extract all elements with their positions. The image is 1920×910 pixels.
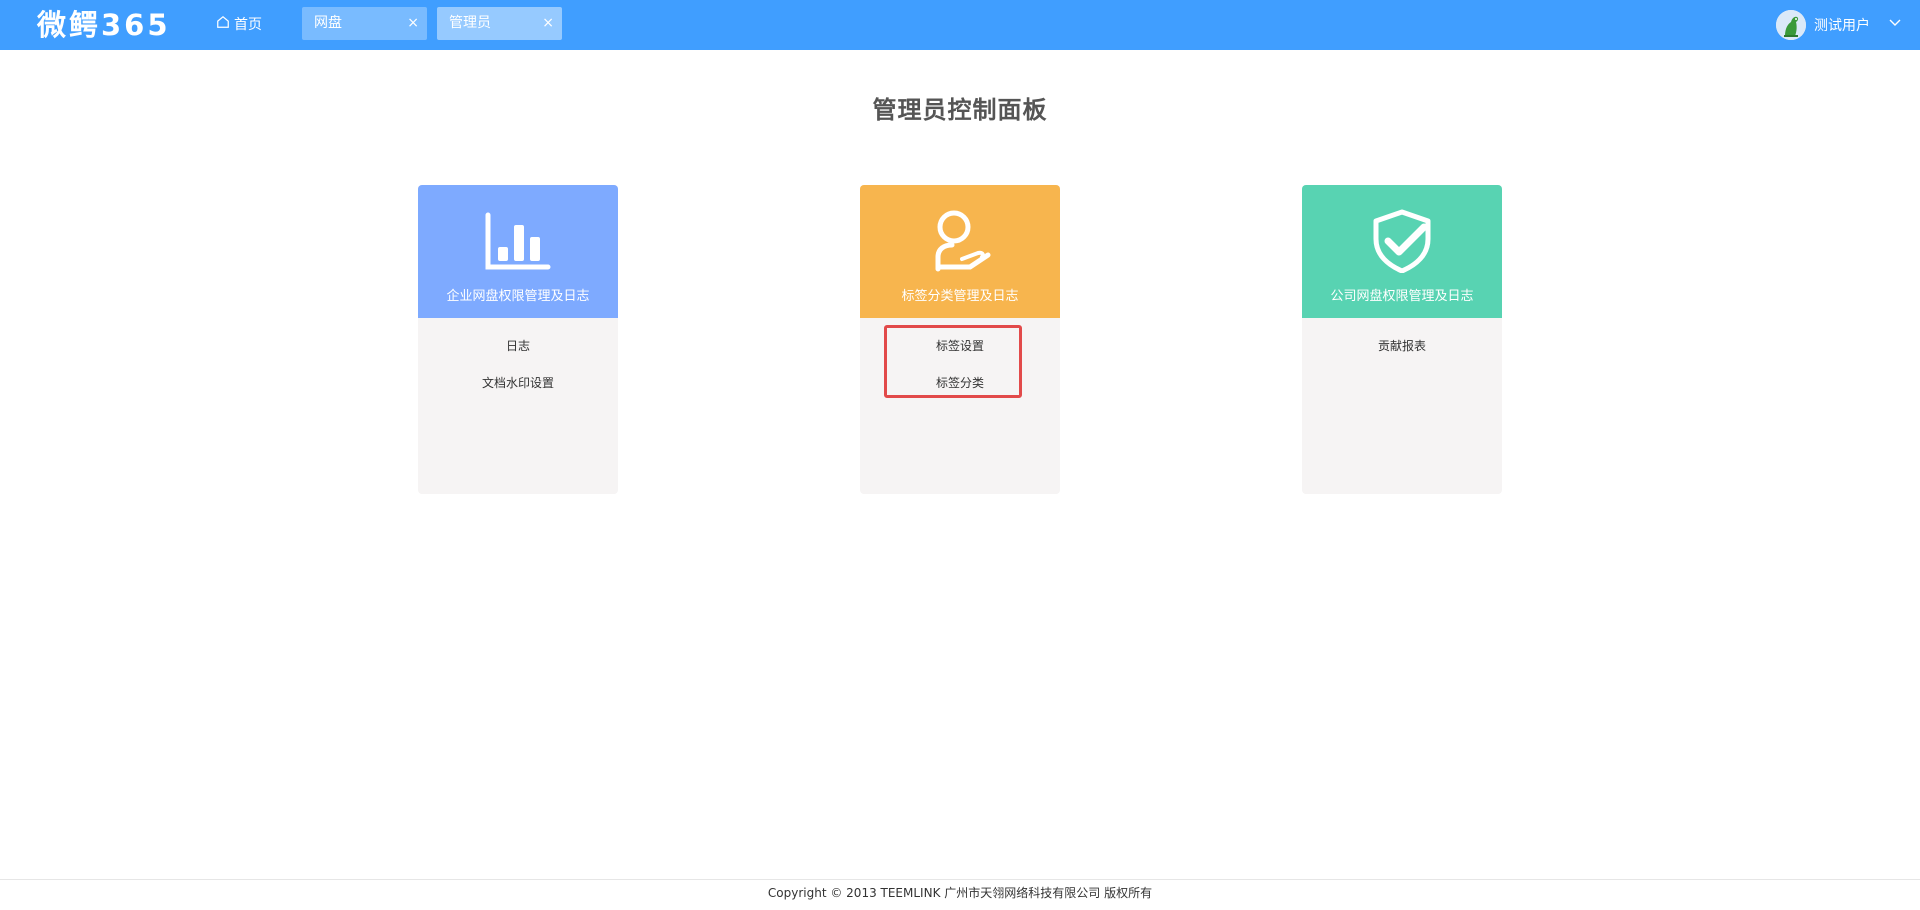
avatar <box>1776 10 1806 40</box>
card-item-tag-category[interactable]: 标签分类 <box>860 365 1060 402</box>
card-title: 标签分类管理及日志 <box>901 289 1019 304</box>
card-title: 公司网盘权限管理及日志 <box>1330 289 1474 304</box>
home-icon <box>216 13 230 37</box>
app-logo[interactable]: 微鳄365 <box>37 6 171 44</box>
footer-divider <box>0 879 1920 880</box>
card-item-tag-settings[interactable]: 标签设置 <box>860 328 1060 365</box>
home-label: 首页 <box>234 17 262 33</box>
tab-label: 网盘 <box>314 15 342 31</box>
shield-check-icon <box>1302 209 1502 273</box>
bar-chart-icon <box>418 209 618 273</box>
card-header: 企业网盘权限管理及日志 <box>418 185 618 318</box>
card-item-list: 标签设置 标签分类 <box>860 318 1060 402</box>
user-name: 测试用户 <box>1814 18 1870 34</box>
card-enterprise-disk: 企业网盘权限管理及日志 日志 文档水印设置 <box>418 185 618 494</box>
user-menu[interactable]: 测试用户 <box>1776 10 1902 40</box>
chevron-down-icon[interactable] <box>1878 16 1902 34</box>
home-link[interactable]: 首页 <box>216 13 262 37</box>
card-header: 公司网盘权限管理及日志 <box>1302 185 1502 318</box>
tab-admin[interactable]: 管理员 × <box>437 7 562 40</box>
card-item-list: 贡献报表 <box>1302 318 1502 365</box>
tab-label: 管理员 <box>449 15 491 31</box>
top-navbar: 微鳄365 首页 网盘 × 管理员 × 测试用户 <box>0 0 1920 50</box>
person-hand-icon <box>860 209 1060 273</box>
card-title: 企业网盘权限管理及日志 <box>446 289 590 304</box>
card-item-contribution-report[interactable]: 贡献报表 <box>1302 328 1502 365</box>
card-item-log[interactable]: 日志 <box>418 328 618 365</box>
card-item-watermark-settings[interactable]: 文档水印设置 <box>418 365 618 402</box>
card-company-disk: 公司网盘权限管理及日志 贡献报表 <box>1302 185 1502 494</box>
card-header: 标签分类管理及日志 <box>860 185 1060 318</box>
tab-netdisk[interactable]: 网盘 × <box>302 7 427 40</box>
close-icon[interactable]: × <box>542 7 554 40</box>
card-item-list: 日志 文档水印设置 <box>418 318 618 402</box>
footer-copyright: Copyright © 2013 TEEMLINK 广州市天翎网络科技有限公司 … <box>767 886 1153 900</box>
close-icon[interactable]: × <box>407 7 419 40</box>
card-tag-management: 标签分类管理及日志 标签设置 标签分类 <box>860 185 1060 494</box>
page-title: 管理员控制面板 <box>872 96 1048 124</box>
